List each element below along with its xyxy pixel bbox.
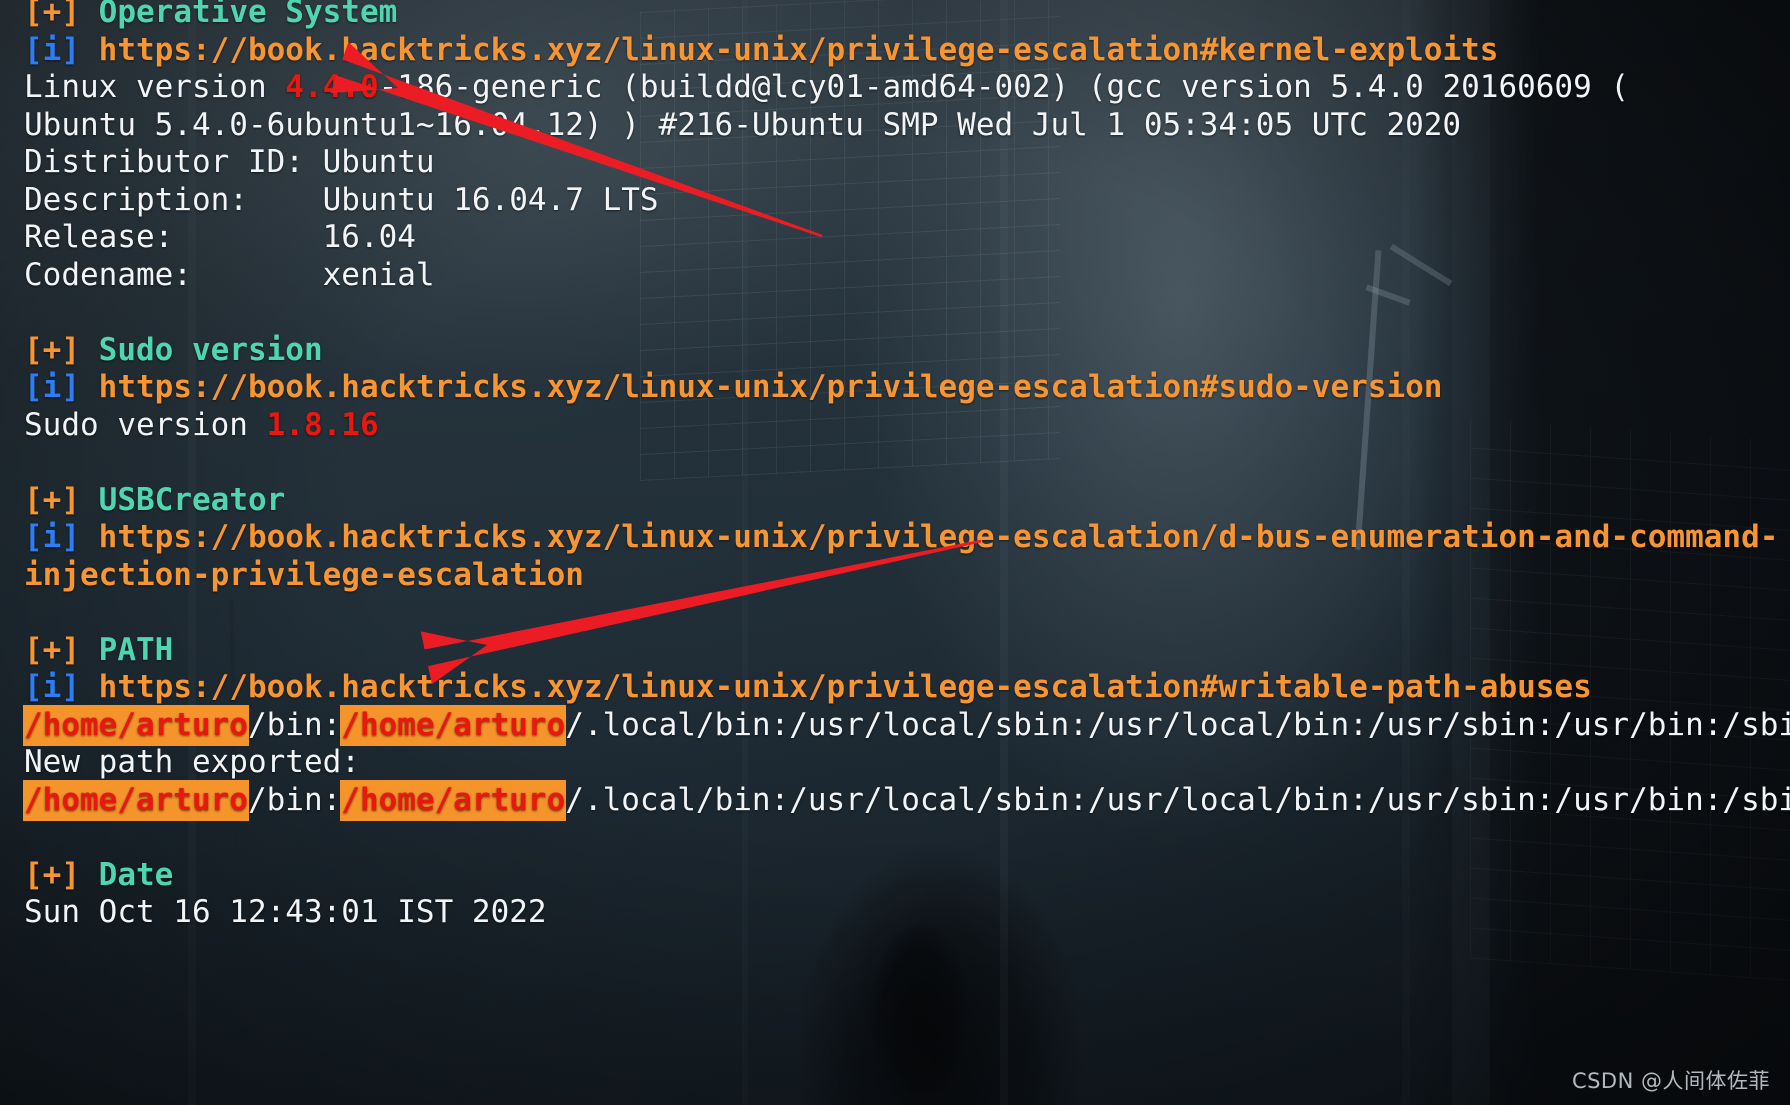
output-text: /bin: [247,781,342,818]
output-line: Linux version 4.4.0-186-generic (buildd@… [24,69,1784,107]
info-marker-icon: [i] [24,31,80,68]
section-header: [+] Operative System [24,0,1784,32]
section-title: USBCreator [98,481,286,518]
reference-url: https://book.hacktricks.xyz/linux-unix/p… [24,519,1779,593]
section-header: [+] Date [24,857,1784,895]
section-title: Sudo version [98,331,323,368]
output-text: /.local/bin:/usr/local/sbin:/usr/local/b… [565,706,1790,743]
output-text: New path exported: [24,744,379,780]
info-marker-icon: [i] [24,669,80,705]
terminal-screenshot: [+] Operative System [i] https://book.hac… [0,0,1790,1105]
reference-link-line[interactable]: [i] https://book.hacktricks.xyz/linux-un… [24,519,1784,594]
reference-url: https://book.hacktricks.xyz/linux-unix/p… [98,31,1499,68]
output-line: New path exported: /home/arturo/bin:/hom… [24,744,1790,820]
output-text: Release: 16.04 [24,219,416,255]
output-line: Sudo version 1.8.16 [24,407,1784,445]
reference-link-line[interactable]: [i] https://book.hacktricks.xyz/linux-un… [24,669,1784,707]
output-text: /.local/bin:/usr/local/sbin:/usr/local/b… [565,781,1790,818]
reference-url: https://book.hacktricks.xyz/linux-unix/p… [98,369,1443,405]
output-text: /bin: [247,706,342,743]
output-text: Ubuntu 5.4.0-6ubuntu1~16.04.12) ) #216-U… [24,106,1462,143]
section-title: Date [98,856,174,893]
highlighted-path: /home/arturo [24,705,248,745]
section-marker-icon: [+] [24,331,80,368]
output-text: -186-generic (buildd@lcy01-amd64-002) (g… [378,69,1630,105]
output-line: Distributor ID: Ubuntu [24,144,1784,182]
terminal-output[interactable]: [+] Operative System [i] https://book.hac… [24,0,1790,932]
reference-link-line[interactable]: [i] https://book.hacktricks.xyz/linux-un… [24,369,1784,407]
output-line: Sun Oct 16 12:43:01 IST 2022 [24,894,1784,932]
section-title: PATH [98,631,174,668]
output-text: Codename: xenial [24,256,435,293]
reference-url: https://book.hacktricks.xyz/linux-unix/p… [98,669,1592,705]
highlighted-version: 4.4.0 [285,69,379,105]
section-header: [+] Sudo version [24,332,1784,370]
output-line: Codename: xenial [24,257,1784,295]
section-header: [+] PATH [24,632,1784,670]
output-line: Description: Ubuntu 16.04.7 LTS [24,182,1784,220]
output-line: Ubuntu 5.4.0-6ubuntu1~16.04.12) ) #216-U… [24,107,1784,145]
output-text: Sun Oct 16 12:43:01 IST 2022 [24,894,547,930]
output-text: Distributor ID: Ubuntu [24,144,435,180]
output-line: Release: 16.04 [24,219,1784,257]
section-marker-icon: [+] [24,481,80,518]
output-text: Description: Ubuntu 16.04.7 LTS [24,181,659,218]
section-title: Operative System [98,0,398,30]
output-text: Linux version [24,69,286,105]
section-marker-icon: [+] [24,0,80,30]
csdn-watermark: CSDN @人间体佐菲 [1571,1069,1770,1093]
highlighted-path: /home/arturo [341,705,566,745]
highlighted-path: /home/arturo [24,780,248,820]
section-marker-icon: [+] [24,631,80,668]
highlighted-path: /home/arturo [341,780,566,820]
section-header: [+] USBCreator [24,482,1784,520]
section-marker-icon: [+] [24,856,80,893]
reference-link-line[interactable]: [i] https://book.hacktricks.xyz/linux-un… [24,32,1784,70]
highlighted-version: 1.8.16 [266,406,379,443]
info-marker-icon: [i] [24,519,80,555]
info-marker-icon: [i] [24,369,80,405]
output-text: Sudo version [24,406,267,443]
output-line: /home/arturo/bin:/home/arturo/.local/bin… [24,705,1790,745]
